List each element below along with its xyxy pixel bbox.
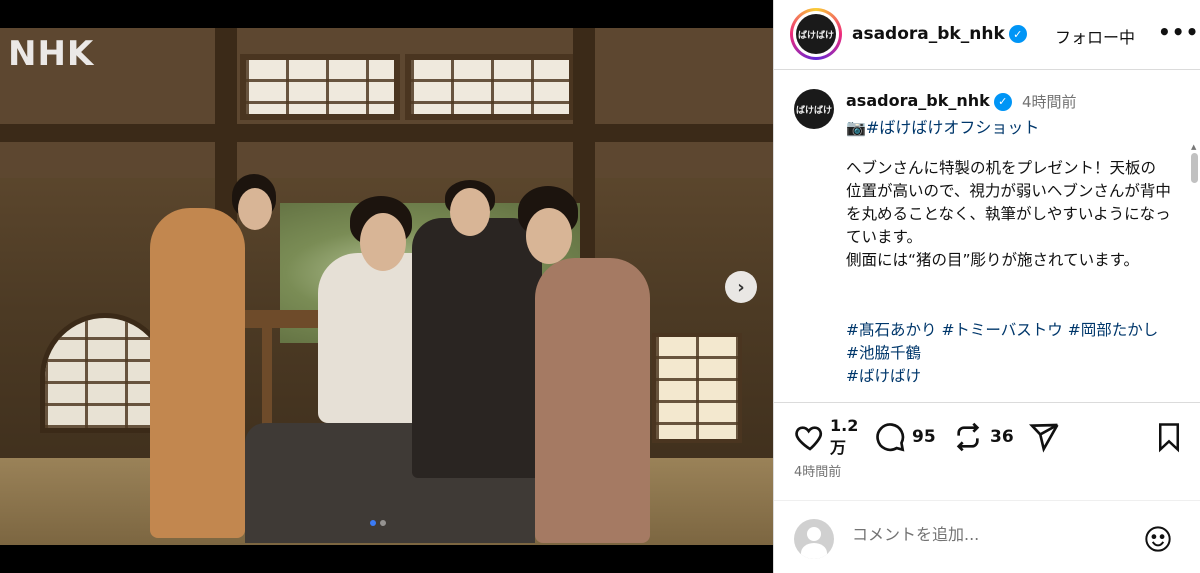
slide-dot-active [370, 520, 376, 526]
slide-dot [380, 520, 386, 526]
header-username: asadora_bk_nhk [852, 24, 1005, 44]
photo-beam [0, 124, 773, 142]
comment-input[interactable] [852, 525, 1132, 544]
hashtag-link[interactable]: #岡部たかし [1068, 321, 1159, 339]
caption-text: ヘブンさんに特製の机をプレゼント！天板の位置が高いので、視力が弱いヘブンさんが背… [846, 157, 1171, 272]
slide-indicator [370, 520, 386, 526]
avatar-frame: ばけばけ [793, 11, 839, 57]
header-username-link[interactable]: asadora_bk_nhk ✓ [852, 24, 1027, 44]
avatar-body [801, 543, 827, 559]
photo-transom-right [405, 54, 575, 120]
following-button[interactable]: フォロー中 [1055, 24, 1135, 48]
caption-hashtags: #髙石あかり #トミーバストウ #岡部たかし #池脇千鶴 #ばけばけ [846, 319, 1171, 388]
photo-face [360, 213, 406, 271]
photo-person-right [535, 258, 650, 543]
comment-count: 95 [912, 427, 936, 447]
repost-icon [956, 422, 980, 452]
heart-icon [795, 426, 823, 451]
post-header: ばけばけ asadora_bk_nhk ✓ フォロー中 ••• [774, 0, 1200, 70]
hashtag-link[interactable]: #髙石あかり [846, 321, 937, 339]
photo-person-left [150, 208, 245, 538]
bookmark-icon [1159, 423, 1179, 453]
comment-icon [876, 423, 905, 452]
hashtag-link[interactable]: #ばけばけ [846, 367, 921, 385]
next-slide-button[interactable]: › [725, 271, 757, 303]
scroll-thumb[interactable] [1191, 153, 1198, 183]
post-media[interactable]: NHK › [0, 0, 773, 573]
user-avatar[interactable] [794, 519, 834, 559]
verified-badge-icon: ✓ [993, 92, 1012, 111]
post-panel: ばけばけ asadora_bk_nhk ✓ フォロー中 ••• ばけばけ asad… [773, 0, 1200, 573]
repost-count: 36 [990, 427, 1014, 447]
avatar: ばけばけ [796, 14, 836, 54]
like-count[interactable]: 1.2万 [830, 415, 860, 459]
avatar-head [807, 527, 821, 541]
caption-tagline-link[interactable]: #ばけばけオフショット [866, 118, 1039, 137]
hashtag-link[interactable]: #トミーバストウ [941, 321, 1062, 339]
photo-face [238, 188, 272, 230]
photo-person-back [412, 218, 542, 478]
camera-icon: 📷 [846, 118, 866, 137]
nhk-logo: NHK [8, 34, 95, 74]
photo-face [526, 208, 572, 264]
verified-badge-icon: ✓ [1008, 25, 1027, 43]
caption-username: asadora_bk_nhk [846, 91, 990, 110]
photo-shoji [652, 333, 742, 443]
story-ring[interactable]: ばけばけ [790, 8, 842, 60]
chevron-right-icon: › [737, 276, 745, 298]
post-photo [0, 28, 773, 545]
more-options-icon[interactable]: ••• [1158, 20, 1199, 44]
share-icon [1028, 423, 1059, 453]
caption-avatar[interactable]: ばけばけ [794, 89, 834, 129]
caption-tagline: 📷#ばけばけオフショット [846, 114, 1039, 138]
repost-button[interactable]: 36 [952, 421, 1014, 453]
emoji-icon[interactable] [1144, 525, 1172, 553]
photo-transom-left [240, 54, 400, 120]
caption-timestamp[interactable]: 4時間前 [1022, 91, 1077, 112]
action-bar: 1.2万 95 36 4時間前 [774, 402, 1200, 497]
post-timestamp[interactable]: 4時間前 [794, 461, 841, 480]
hashtag-link[interactable]: #池脇千鶴 [846, 344, 921, 362]
like-button[interactable] [794, 421, 826, 453]
scroll-up-icon[interactable]: ▲ [1191, 143, 1196, 151]
caption-area: ばけばけ asadora_bk_nhk ✓ 4時間前 📷#ばけばけオフショット ヘ… [774, 71, 1200, 399]
comment-button[interactable]: 95 [874, 421, 936, 453]
share-button[interactable] [1028, 421, 1060, 453]
caption-scrollbar[interactable]: ▲ ▼ [1191, 143, 1199, 399]
save-button[interactable] [1154, 421, 1184, 453]
caption-username-link[interactable]: asadora_bk_nhk ✓ [846, 91, 1012, 111]
photo-face [450, 188, 490, 236]
caption-body: ヘブンさんに特製の机をプレゼント！天板の位置が高いので、視力が弱いヘブンさんが背… [846, 159, 1171, 269]
comment-bar [774, 500, 1200, 573]
